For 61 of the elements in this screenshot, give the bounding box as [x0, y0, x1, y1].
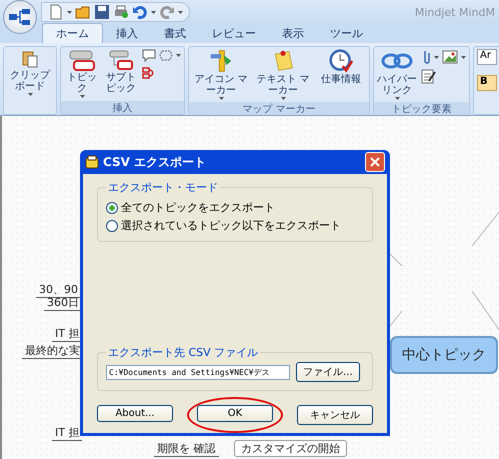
close-icon: [368, 155, 382, 169]
dialog-button[interactable]: OK: [197, 405, 273, 422]
app-icon: [85, 155, 99, 169]
ribbon-tab[interactable]: 挿入: [103, 24, 151, 43]
topic-label[interactable]: 期限を 確認: [154, 441, 218, 457]
radio-label: 全てのトピックをエクスポート: [121, 200, 275, 215]
group-box-label: エクスポート先 CSV ファイル: [107, 345, 260, 360]
connector-line: [472, 290, 499, 332]
ribbon-tab[interactable]: 書式: [151, 24, 199, 43]
ribbon-button[interactable]: トピック: [64, 49, 100, 99]
network-logo-icon: [8, 8, 32, 26]
browse-button[interactable]: ファイル...: [296, 362, 360, 382]
font-field[interactable]: Ar: [477, 49, 497, 65]
close-button[interactable]: [365, 152, 385, 172]
group-label: マップ マーカー: [189, 102, 369, 115]
caret-icon[interactable]: [151, 10, 156, 14]
boundary-icon[interactable]: [159, 49, 173, 62]
ribbon-button[interactable]: ハイパーリンク: [377, 49, 417, 100]
ribbon-tab[interactable]: 表示: [269, 24, 317, 43]
app-menu-button[interactable]: [3, 0, 37, 34]
dialog-title: CSV エクスポート: [103, 154, 206, 170]
caret-icon[interactable]: [178, 10, 183, 14]
topic-label[interactable]: カスタマイズの開始: [234, 440, 347, 457]
radio-button[interactable]: [106, 220, 118, 232]
ribbon-button[interactable]: クリップボード: [7, 49, 53, 99]
clock-icon: [329, 49, 353, 73]
relationship-icon[interactable]: [142, 66, 156, 80]
subtopic-icon: [109, 49, 133, 71]
clipboard-icon: [20, 49, 40, 69]
notes-icon[interactable]: [421, 69, 436, 84]
caret-icon[interactable]: [434, 56, 439, 58]
caret-icon[interactable]: [176, 54, 181, 57]
topic-icon: [69, 49, 95, 71]
signpost-icon: [209, 49, 233, 73]
ribbon-tab[interactable]: ツール: [317, 24, 376, 43]
bold-button[interactable]: B: [477, 75, 497, 91]
group-box-label: エクスポート・モード: [107, 180, 219, 195]
ribbon-button[interactable]: アイコン マーカー: [192, 49, 250, 100]
dialog-button[interactable]: キャンセル: [297, 405, 373, 425]
window-title: Mindjet MindM: [414, 6, 495, 18]
ribbon-button[interactable]: 仕事情報: [316, 49, 366, 100]
ribbon-button[interactable]: テキスト マーカー: [254, 49, 312, 100]
new-document-icon[interactable]: [48, 4, 64, 20]
printer-icon[interactable]: [113, 4, 129, 20]
caret-icon[interactable]: [67, 10, 72, 14]
ribbon-tab[interactable]: ホーム: [42, 23, 103, 43]
connector-line: [472, 210, 499, 246]
picture-icon[interactable]: [442, 50, 458, 64]
radio-option[interactable]: 全てのトピックをエクスポート: [106, 200, 364, 215]
ribbon-tab[interactable]: レビュー: [199, 24, 269, 43]
group-label: トピック要素: [374, 102, 469, 115]
central-topic[interactable]: 中心トピック: [390, 336, 498, 374]
group-label: 挿入: [61, 101, 184, 114]
caret-icon[interactable]: [461, 56, 466, 58]
radio-button[interactable]: [106, 202, 118, 214]
undo-icon[interactable]: [132, 4, 148, 20]
dialog-button[interactable]: About...: [97, 405, 173, 422]
ribbon-button[interactable]: サブトピック: [104, 49, 138, 99]
callout-icon[interactable]: [142, 49, 156, 62]
file-path-field[interactable]: C:¥Documents and Settings¥NEC¥デス: [106, 364, 290, 380]
folder-icon[interactable]: [75, 4, 91, 20]
